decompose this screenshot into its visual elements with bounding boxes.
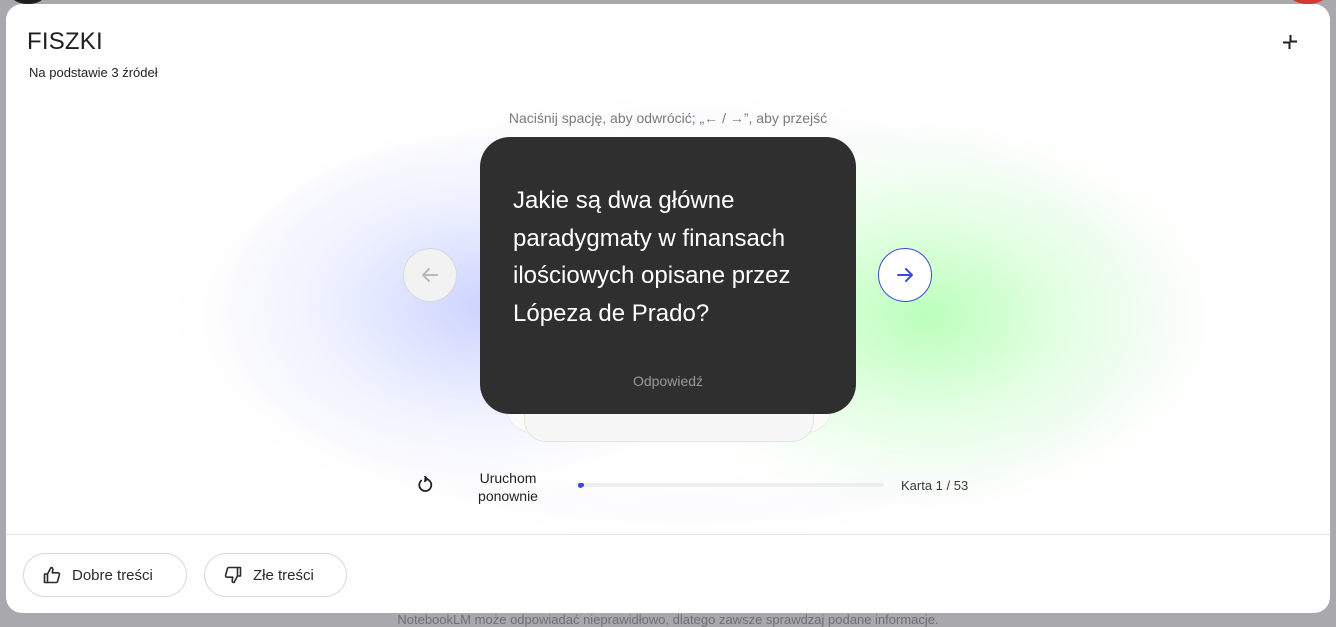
flashcard-controls: Uruchom ponownie Karta 1 / 53	[6, 466, 1330, 510]
restart-icon	[418, 475, 433, 492]
bad-content-label: Złe treści	[253, 566, 314, 584]
keyboard-hint: Naciśnij spację, aby odwrócić; „← / →”, …	[508, 110, 828, 126]
restart-label[interactable]: Uruchom ponownie	[468, 469, 548, 505]
arrow-left-icon	[422, 268, 438, 282]
flashcard[interactable]: Jakie są dwa główne paradygmaty w finans…	[480, 137, 856, 414]
card-counter: Karta 1 / 53	[901, 478, 969, 493]
flashcard-question: Jakie są dwa główne paradygmaty w finans…	[513, 187, 791, 327]
restart-button[interactable]	[416, 475, 434, 494]
next-card-button[interactable]	[878, 248, 932, 302]
progress-bar[interactable]	[578, 482, 884, 488]
flashcards-dialog: FISZKI Na podstawie 3 źródeł Naciśnij sp…	[6, 4, 1330, 613]
good-content-label: Dobre treści	[72, 566, 153, 584]
progress-bar-knob	[578, 482, 583, 488]
collapse-icon	[1283, 35, 1297, 49]
thumb-down-icon	[224, 566, 242, 584]
flashcard-answer-label: Odpowiedź	[632, 373, 704, 389]
previous-card-button[interactable]	[403, 248, 457, 302]
panel-title: FISZKI	[27, 28, 103, 55]
bad-content-button[interactable]: Złe treści	[204, 553, 347, 597]
footer-divider	[6, 534, 1330, 535]
thumb-up-icon	[43, 566, 61, 584]
panel-subtitle: Na podstawie 3 źródeł	[29, 65, 158, 80]
arrow-right-icon	[897, 268, 913, 282]
good-content-button[interactable]: Dobre treści	[23, 553, 187, 597]
collapse-button[interactable]	[1278, 30, 1302, 54]
